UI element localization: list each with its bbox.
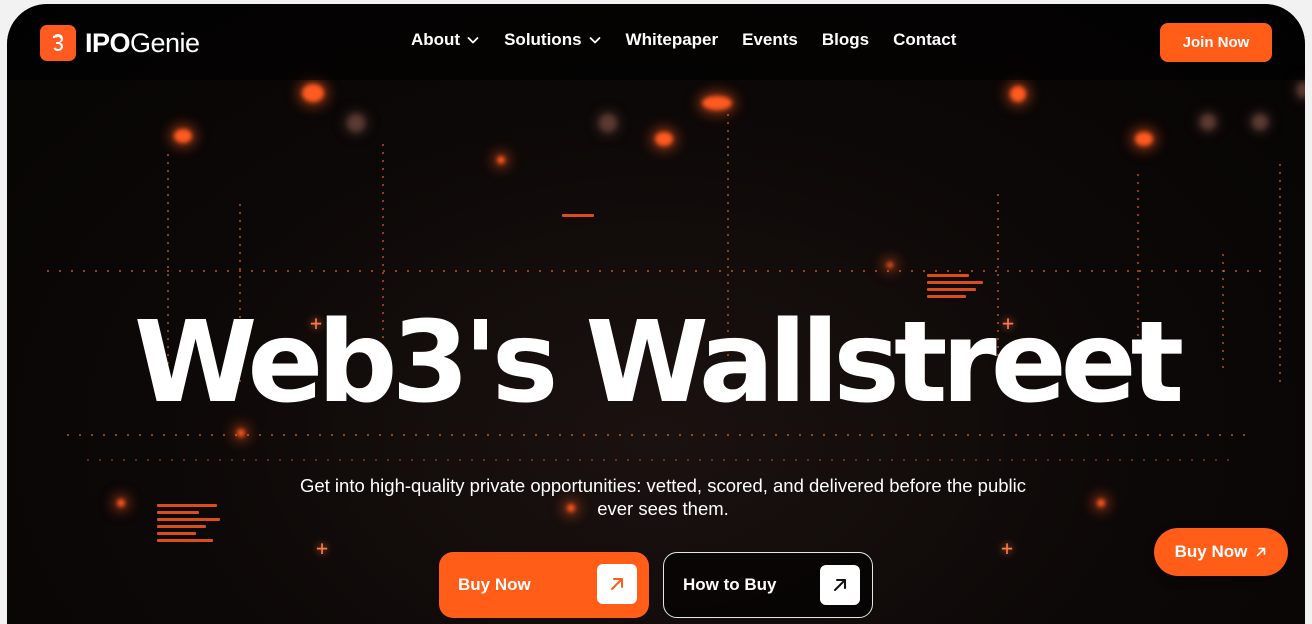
nav-item-blogs[interactable]: Blogs	[822, 30, 869, 50]
glow-dot	[1097, 499, 1105, 507]
glow-dot	[347, 114, 365, 132]
main-nav: About Solutions Whitepaper Events Blogs	[411, 30, 956, 50]
glow-dot	[117, 499, 125, 507]
nav-item-about[interactable]: About	[411, 30, 480, 50]
hero-subtitle-line: ever sees them.	[597, 498, 729, 519]
glow-dot	[174, 129, 192, 143]
glow-dot	[1252, 114, 1268, 130]
arrow-up-right-icon	[1255, 546, 1267, 558]
page-frame: + + + + IPOGenie About Solutions Whitepa…	[7, 4, 1305, 624]
glow-dot	[599, 114, 617, 132]
chevron-down-icon	[588, 33, 602, 47]
hero-subtitle: Get into high-quality private opportunit…	[253, 474, 1073, 520]
nav-item-events[interactable]: Events	[742, 30, 798, 50]
chevron-down-icon	[466, 33, 480, 47]
nav-item-whitepaper[interactable]: Whitepaper	[626, 30, 719, 50]
glow-dot	[497, 156, 505, 164]
nav-item-label: Contact	[893, 30, 957, 49]
glow-dot	[887, 262, 893, 268]
floating-buy-now-button[interactable]: Buy Now	[1154, 528, 1288, 576]
glow-dot	[1135, 132, 1153, 146]
glow-dot	[1297, 82, 1305, 98]
nav-item-label: Whitepaper	[625, 30, 719, 49]
glow-dot	[302, 84, 324, 102]
brand-name-bold: IPO	[85, 27, 131, 58]
floating-buy-now-label: Buy Now	[1174, 542, 1248, 561]
brand-logo[interactable]: IPOGenie	[40, 25, 200, 61]
buy-now-label: Buy Now	[458, 575, 531, 594]
glow-dot	[237, 429, 245, 437]
buy-now-button[interactable]: Buy Now	[439, 552, 649, 618]
particle-row	[67, 434, 1247, 436]
code-decoration	[157, 504, 227, 546]
nav-item-label: About	[411, 30, 461, 49]
code-decoration	[562, 214, 602, 221]
particle-row	[87, 459, 1237, 461]
join-now-button[interactable]: Join Now	[1160, 23, 1272, 62]
glow-dot	[655, 132, 673, 146]
arrow-up-right-icon	[597, 564, 637, 604]
glow-dot	[702, 96, 732, 110]
glow-dot	[1200, 114, 1216, 130]
hero-subtitle-line: Get into high-quality private opportunit…	[299, 475, 1027, 496]
genie-icon	[40, 25, 76, 61]
how-to-buy-button[interactable]: How to Buy	[663, 552, 873, 618]
nav-item-label: Solutions	[504, 30, 582, 49]
arrow-up-right-icon	[820, 565, 860, 605]
particle-row	[47, 270, 1267, 272]
sparkle-decoration: +	[316, 536, 329, 560]
hero-title: Web3's Wallstreet	[133, 298, 1184, 428]
how-to-buy-label: How to Buy	[683, 575, 777, 594]
glow-dot	[1010, 86, 1026, 102]
sparkle-decoration: +	[1001, 536, 1014, 560]
nav-item-label: Events	[742, 30, 798, 49]
nav-item-solutions[interactable]: Solutions	[504, 30, 601, 50]
nav-item-contact[interactable]: Contact	[893, 30, 956, 50]
nav-item-label: Blogs	[821, 30, 870, 49]
brand-name: IPOGenie	[85, 28, 200, 59]
site-header: IPOGenie About Solutions Whitepaper Even…	[7, 4, 1305, 80]
brand-name-light: Genie	[130, 27, 200, 58]
